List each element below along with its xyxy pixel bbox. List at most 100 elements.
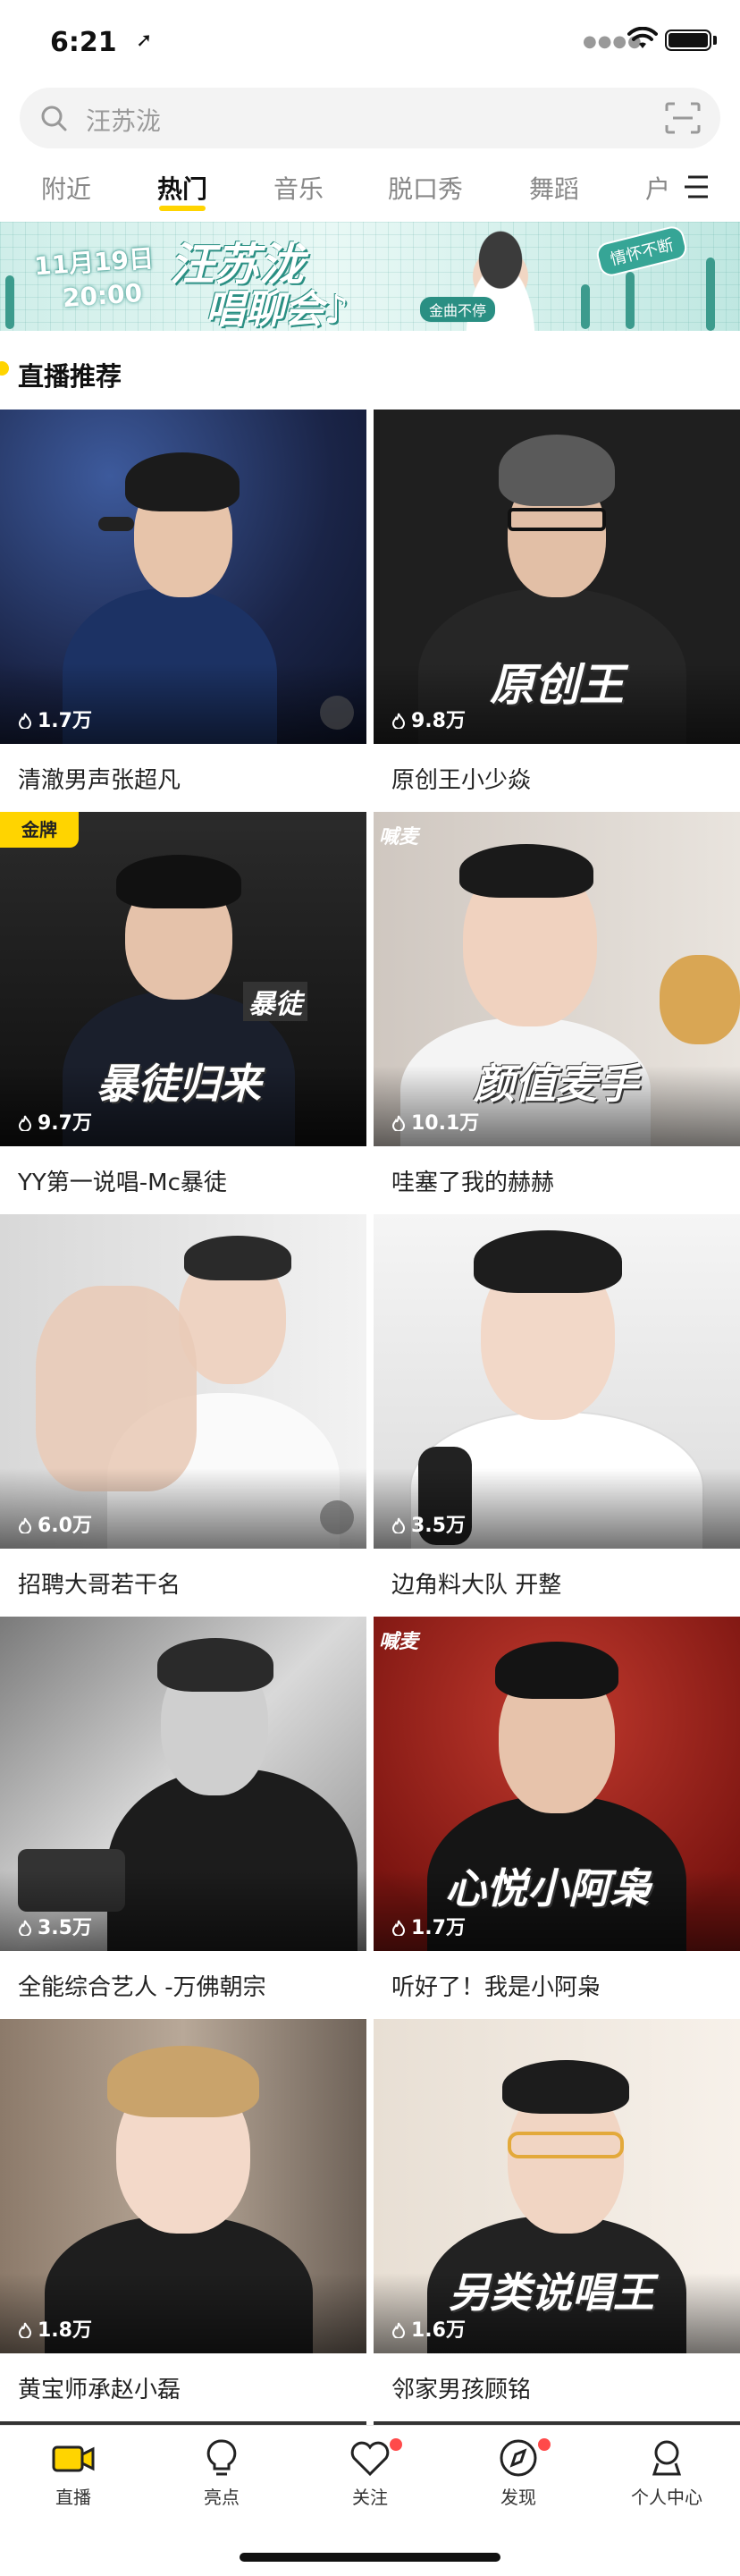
thumbnail-overlay-small: 暴徒 bbox=[243, 982, 307, 1021]
live-thumbnail bbox=[0, 410, 366, 744]
viewer-count: 1.7万 bbox=[18, 705, 92, 733]
nav-highlights[interactable]: 亮点 bbox=[168, 2438, 275, 2509]
live-card[interactable]: 3.5万 全能综合艺人 -万佛朝宗 bbox=[0, 1617, 366, 2019]
nav-label: 个人中心 bbox=[631, 2487, 702, 2508]
viewer-count-text: 1.8万 bbox=[38, 2319, 92, 2342]
fire-icon bbox=[18, 713, 32, 729]
status-time: 6:21 bbox=[50, 27, 117, 58]
banner-subtitle: 唱聊会♪ bbox=[206, 287, 349, 331]
live-thumbnail: 喊麦 颜值麦手 bbox=[374, 812, 740, 1146]
viewer-count: 1.7万 bbox=[391, 1912, 466, 1940]
live-thumbnail bbox=[0, 1214, 366, 1549]
section-title: 直播推荐 bbox=[18, 361, 122, 392]
live-card[interactable]: 金牌 暴徒 暴徒归来 9.7万 YY第一说唱-Mc暴徒 bbox=[0, 812, 366, 1214]
tab-dance[interactable]: 舞蹈 bbox=[529, 170, 579, 206]
battery-icon bbox=[665, 30, 711, 51]
search-input[interactable]: 汪苏泷 bbox=[86, 102, 161, 138]
live-thumbnail bbox=[0, 2019, 366, 2353]
live-card-title: 清澈男声张超凡 bbox=[18, 767, 181, 794]
live-thumbnail: 金牌 暴徒 暴徒归来 bbox=[0, 812, 366, 1146]
viewer-count: 3.5万 bbox=[18, 1912, 92, 1940]
live-card-title: 全能综合艺人 -万佛朝宗 bbox=[18, 1974, 266, 2001]
viewer-count-text: 9.8万 bbox=[411, 710, 466, 732]
banner-plant-decoration bbox=[5, 275, 14, 329]
nav-label: 亮点 bbox=[204, 2487, 240, 2508]
viewer-count: 1.6万 bbox=[391, 2314, 466, 2343]
battery-cap bbox=[713, 36, 717, 45]
thumbnail-watermark: 喊麦 bbox=[379, 1631, 419, 1653]
tab-music[interactable]: 音乐 bbox=[273, 170, 324, 206]
live-card[interactable]: 6.0万 招聘大哥若干名 bbox=[0, 1214, 366, 1617]
live-card[interactable]: 喊麦 心悦小阿枭 1.7万 听好了！我是小阿枭 bbox=[374, 1617, 740, 2019]
search-icon bbox=[41, 106, 67, 131]
thumbnail-overlay-text: 另类说唱王 bbox=[449, 2268, 654, 2317]
live-card[interactable]: 1.8万 黄宝师承赵小磊 bbox=[0, 2019, 366, 2421]
notification-dot bbox=[538, 2438, 551, 2451]
menu-icon[interactable] bbox=[683, 173, 710, 200]
banner-plant-decoration bbox=[581, 284, 590, 329]
notification-dot bbox=[390, 2438, 402, 2451]
fire-icon bbox=[391, 1920, 406, 1936]
fire-icon bbox=[18, 1920, 32, 1936]
viewer-count-text: 1.6万 bbox=[411, 2319, 466, 2342]
tab-nearby[interactable]: 附近 bbox=[41, 170, 91, 206]
live-card-title: 哇塞了我的赫赫 bbox=[391, 1170, 555, 1196]
live-card[interactable]: 1.7万 清澈男声张超凡 bbox=[0, 410, 366, 812]
live-thumbnail bbox=[0, 1617, 366, 1951]
heart-icon bbox=[350, 2441, 390, 2477]
banner-tag-bottom: 金曲不停 bbox=[420, 297, 496, 322]
nav-discover[interactable]: 发现 bbox=[465, 2438, 572, 2509]
live-card-title: YY第一说唱-Mc暴徒 bbox=[18, 1170, 227, 1196]
co-host-mic-icon bbox=[320, 696, 354, 730]
live-thumbnail bbox=[374, 1214, 740, 1549]
live-thumbnail: 喊麦 心悦小阿枭 bbox=[374, 1617, 740, 1951]
tab-talk-show[interactable]: 脱口秀 bbox=[388, 170, 463, 206]
viewer-count-text: 3.5万 bbox=[38, 1917, 92, 1939]
compass-icon bbox=[500, 2439, 537, 2477]
live-card-title: 邻家男孩顾铭 bbox=[391, 2377, 532, 2403]
promo-banner[interactable]: 11月19日 20:00 汪苏泷 唱聊会♪ 金曲不停 情怀不断 bbox=[0, 222, 740, 331]
live-card[interactable]: 3.5万 边角料大队 开整 bbox=[374, 1214, 740, 1617]
thumbnail-overlay-text: 心悦小阿枭 bbox=[445, 1864, 651, 1913]
banner-plant-decoration bbox=[626, 272, 635, 329]
section-title-dot bbox=[0, 361, 9, 376]
banner-plant-decoration bbox=[706, 258, 715, 331]
nav-live[interactable]: 直播 bbox=[20, 2438, 127, 2509]
fire-icon bbox=[391, 713, 406, 729]
location-arrow-icon: ➚ bbox=[136, 30, 153, 52]
lightbulb-icon bbox=[206, 2439, 237, 2476]
live-camera-icon bbox=[52, 2445, 95, 2472]
live-card[interactable]: 另类说唱王 1.6万 邻家男孩顾铭 bbox=[374, 2019, 740, 2421]
thumbnail-overlay-text: 暴徒归来 bbox=[97, 1060, 261, 1108]
nav-label: 发现 bbox=[500, 2487, 536, 2508]
tab-outdoor[interactable]: 户 bbox=[645, 170, 670, 206]
viewer-count: 1.8万 bbox=[18, 2314, 92, 2343]
viewer-count: 10.1万 bbox=[391, 1107, 479, 1136]
fire-icon bbox=[391, 1517, 406, 1533]
active-tab-indicator bbox=[159, 206, 206, 211]
live-card-title: 招聘大哥若干名 bbox=[18, 1572, 181, 1599]
profile-icon bbox=[652, 2440, 682, 2476]
scan-icon[interactable] bbox=[665, 102, 701, 134]
fire-icon bbox=[18, 2322, 32, 2338]
viewer-count: 6.0万 bbox=[18, 1509, 92, 1538]
live-card-title: 听好了！我是小阿枭 bbox=[391, 1974, 601, 2001]
search-bar[interactable]: 汪苏泷 bbox=[20, 88, 720, 148]
live-card-title: 边角料大队 开整 bbox=[391, 1572, 562, 1599]
live-card[interactable]: 喊麦 颜值麦手 10.1万 哇塞了我的赫赫 bbox=[374, 812, 740, 1214]
fire-icon bbox=[391, 2322, 406, 2338]
nav-profile[interactable]: 个人中心 bbox=[613, 2438, 720, 2509]
viewer-count: 9.8万 bbox=[391, 705, 466, 733]
home-indicator bbox=[240, 2553, 500, 2562]
gold-badge: 金牌 bbox=[0, 812, 79, 848]
banner-time: 20:00 bbox=[61, 277, 144, 314]
category-tabs: 附近 热门 音乐 脱口秀 舞蹈 户 bbox=[0, 163, 740, 215]
fire-icon bbox=[18, 1517, 32, 1533]
live-thumbnail: 原创王 bbox=[374, 410, 740, 744]
nav-follow[interactable]: 关注 bbox=[316, 2438, 424, 2509]
viewer-count-text: 10.1万 bbox=[411, 1112, 480, 1135]
thumbnail-watermark: 喊麦 bbox=[379, 826, 419, 849]
live-card[interactable]: 原创王 9.8万 原创王小少焱 bbox=[374, 410, 740, 812]
live-thumbnail: 另类说唱王 bbox=[374, 2019, 740, 2353]
tab-hot[interactable]: 热门 bbox=[157, 170, 207, 206]
